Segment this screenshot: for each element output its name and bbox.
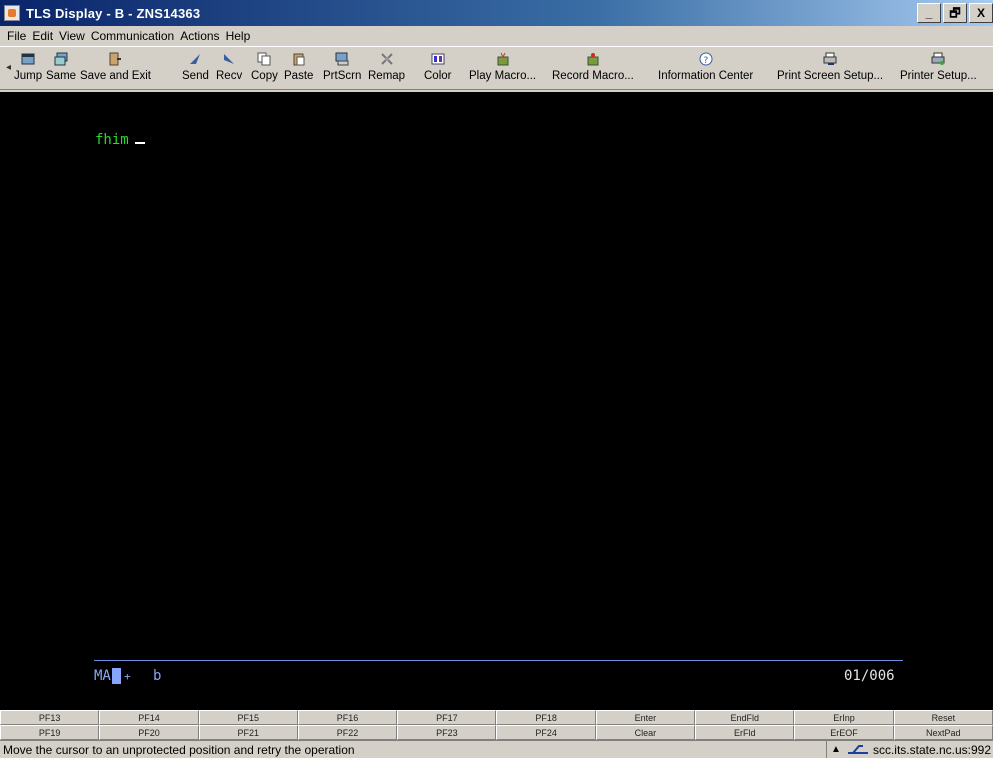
receive-icon [221,51,237,67]
key-clear[interactable]: Clear [595,725,696,740]
menu-edit[interactable]: Edit [29,29,56,43]
play-macro-button[interactable]: Play Macro... [469,49,536,89]
terminal-input-line[interactable]: fhim [95,132,145,148]
menu-help[interactable]: Help [223,29,254,43]
info-center-icon: ? [698,51,714,67]
menu-view[interactable]: View [56,29,88,43]
status-message: Move the cursor to an unprotected positi… [3,742,355,757]
jump-button[interactable]: Jump [14,49,42,89]
toolbar: Jump Same Save and Exit Send Recv Copy P… [0,46,993,90]
terminal-screen[interactable]: fhim MA + b 01/006 [0,92,993,710]
status-bar: Move the cursor to an unprotected positi… [0,740,993,758]
oia-separator [94,660,903,661]
print-setup-icon [822,51,838,67]
key-pf23[interactable]: PF23 [397,725,497,740]
oia-cursor-block [111,668,121,684]
record-macro-icon [585,51,601,67]
host-address: scc.its.state.nc.us:992 [872,742,991,757]
information-center-button[interactable]: ? Information Center [658,49,753,89]
key-pf22[interactable]: PF22 [297,725,398,740]
oia-status-indicator: b [153,668,162,684]
print-screen-icon [334,51,350,67]
svg-text:?: ? [703,56,708,66]
connection-status: ▲ scc.its.state.nc.us:992 [826,740,993,758]
copy-button[interactable]: Copy [251,49,278,89]
keypad-row-2: PF19 PF20 PF21 PF22 PF23 PF24 Clear ErFl… [0,725,993,740]
key-nextpad[interactable]: NextPad [893,725,993,740]
command-text: fhim [95,132,129,148]
key-erinp[interactable]: ErInp [794,710,894,725]
key-pf13[interactable]: PF13 [0,710,100,725]
oia-mode-indicator: MA [94,668,121,684]
print-screen-setup-button[interactable]: Print Screen Setup... [777,49,883,89]
cursor-position-readout: 01/006 [844,668,895,684]
print-screen-button[interactable]: PrtScrn [323,49,361,89]
paste-icon [291,51,307,67]
text-cursor [134,142,145,144]
key-pf21[interactable]: PF21 [198,725,298,740]
key-erfld[interactable]: ErFld [695,725,795,740]
send-button[interactable]: Send [182,49,209,89]
color-button[interactable]: Color [424,49,451,89]
up-arrow-icon[interactable]: ▲ [831,744,841,755]
function-keypad: PF13 PF14 PF15 PF16 PF17 PF18 Enter EndF… [0,710,993,740]
key-pf19[interactable]: PF19 [0,725,100,740]
color-icon [430,51,446,67]
key-pf24[interactable]: PF24 [496,725,596,740]
paste-button[interactable]: Paste [284,49,313,89]
minimize-button[interactable]: _ [917,3,941,23]
key-pf17[interactable]: PF17 [397,710,497,725]
record-macro-button[interactable]: Record Macro... [552,49,634,89]
oia-arrow-indicator: + [124,670,131,683]
key-pf14[interactable]: PF14 [99,710,199,725]
printer-setup-icon [930,51,946,67]
same-icon [53,51,69,67]
menu-bar: File Edit View Communication Actions Hel… [0,26,993,46]
key-pf18[interactable]: PF18 [496,710,596,725]
key-reset[interactable]: Reset [893,710,993,725]
maximize-button[interactable]: 🗗 [943,3,967,23]
remap-button[interactable]: Remap [368,49,405,89]
toolbar-scroll-left[interactable] [6,59,10,75]
same-button[interactable]: Same [46,49,76,89]
connection-icon [847,744,868,754]
send-icon [187,51,203,67]
save-exit-icon [107,51,123,67]
menu-actions[interactable]: Actions [177,29,222,43]
window-title: TLS Display - B - ZNS14363 [26,5,201,21]
remap-icon [379,51,395,67]
key-endfld[interactable]: EndFld [695,710,795,725]
jump-icon [20,51,36,67]
menu-file[interactable]: File [4,29,29,43]
key-enter[interactable]: Enter [595,710,696,725]
printer-setup-button[interactable]: Printer Setup... [900,49,977,89]
key-pf15[interactable]: PF15 [198,710,298,725]
play-macro-icon [495,51,511,67]
close-button[interactable]: X [969,3,993,23]
key-pf16[interactable]: PF16 [297,710,398,725]
title-bar: TLS Display - B - ZNS14363 _ 🗗 X [0,0,993,26]
save-exit-button[interactable]: Save and Exit [80,49,151,89]
keypad-row-1: PF13 PF14 PF15 PF16 PF17 PF18 Enter EndF… [0,710,993,725]
window-controls: _ 🗗 X [917,3,993,23]
copy-icon [256,51,272,67]
menu-communication[interactable]: Communication [88,29,177,43]
key-pf20[interactable]: PF20 [99,725,199,740]
receive-button[interactable]: Recv [216,49,242,89]
key-ereof[interactable]: ErEOF [794,725,894,740]
java-app-icon [4,5,20,21]
